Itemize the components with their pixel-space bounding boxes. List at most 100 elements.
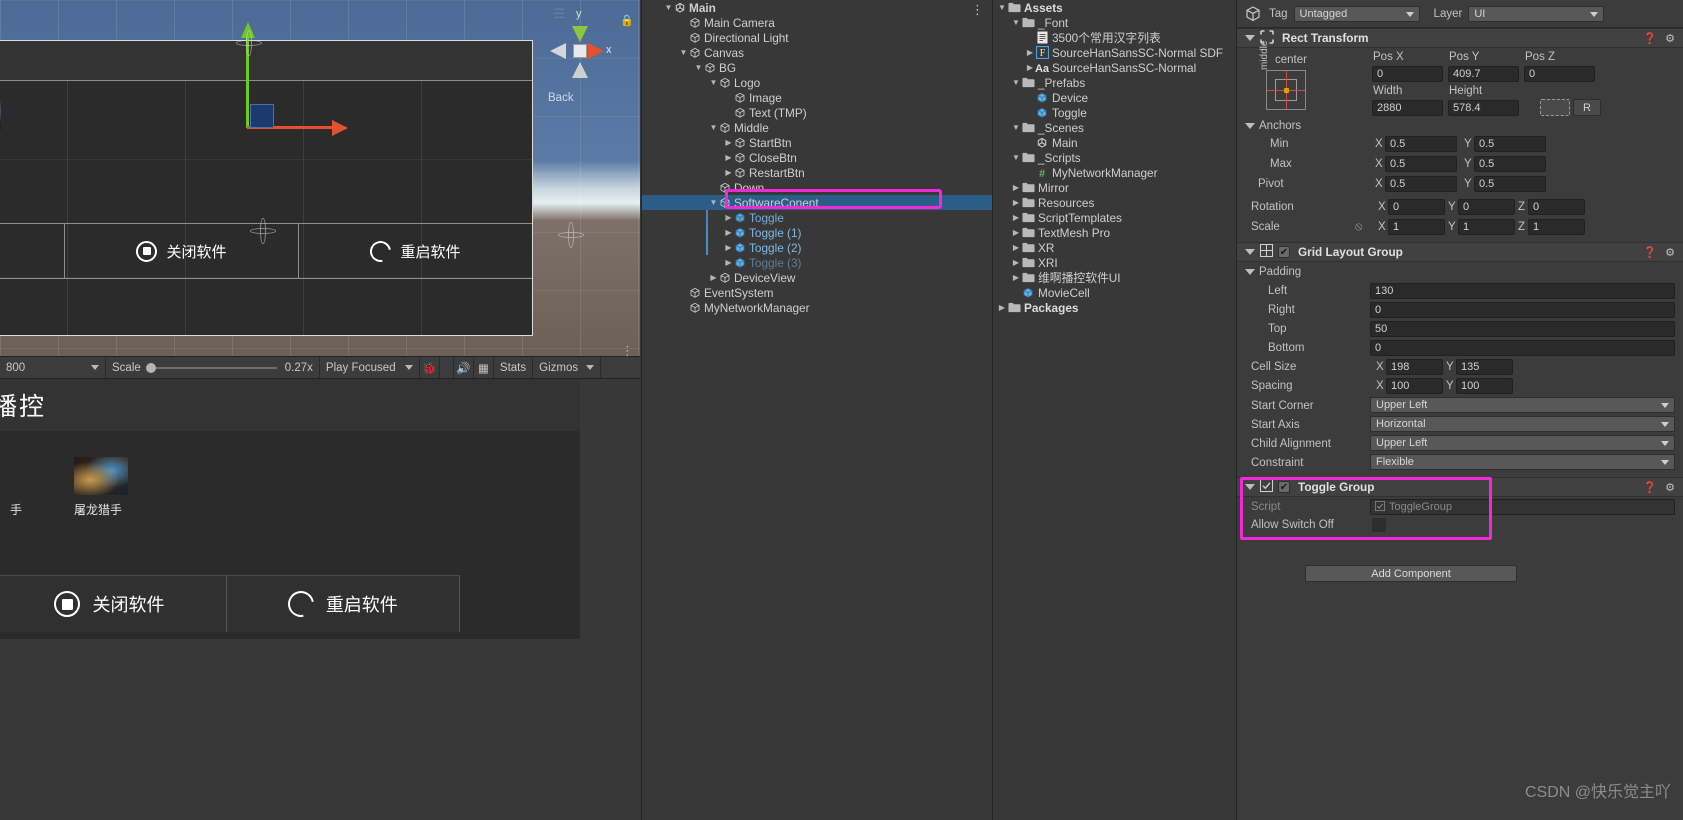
project-item-prefabs[interactable]: ▼ _Prefabs: [993, 75, 1235, 90]
pivot-y-input[interactable]: 0.5: [1474, 176, 1546, 192]
gizmo-right-cone-icon[interactable]: [588, 43, 604, 59]
project-item-main[interactable]: Main: [993, 135, 1235, 150]
tag-dropdown[interactable]: Untagged: [1293, 5, 1420, 22]
twirl-icon[interactable]: ▶: [1011, 198, 1021, 207]
project-item-mynetworkmanager[interactable]: # MyNetworkManager: [993, 165, 1235, 180]
resolution-dropdown[interactable]: 800: [0, 357, 106, 378]
scale-y-input[interactable]: 1: [1458, 219, 1515, 235]
cell-size-y-input[interactable]: 135: [1456, 359, 1513, 375]
hierarchy-tree[interactable]: ▼ Main Main Camera Directional Light ▼ Canvas…: [642, 0, 992, 315]
project-item-moviecell[interactable]: MovieCell: [993, 285, 1235, 300]
project-item-packages[interactable]: ▶ Packages: [993, 300, 1235, 315]
scene-view[interactable]: MR游戏播控 屠龙猎手 屠龙猎手 屠龙猎手 启动软: [0, 0, 640, 356]
gizmo-up-cone-icon[interactable]: [572, 26, 588, 42]
hierarchy-panel[interactable]: ⋮ ▼ Main Main Camera Directional Light ▼ Canv…: [641, 0, 992, 820]
toggle-group-header[interactable]: ✔ Toggle Group ❓ ⚙: [1237, 477, 1683, 497]
hierarchy-item-main[interactable]: ▼ Main: [642, 0, 992, 15]
help-icon[interactable]: ❓: [1643, 32, 1657, 45]
preset-icon[interactable]: ⚙: [1665, 32, 1675, 45]
inspector-panel[interactable]: Tag Untagged Layer UI Rect Transform ❓ ⚙ …: [1236, 0, 1683, 820]
project-item-resources[interactable]: ▶ Resources: [993, 195, 1235, 210]
hierarchy-item-down[interactable]: Down: [642, 180, 992, 195]
restart-software-button[interactable]: 重启软件: [299, 224, 532, 278]
project-item-scripts[interactable]: ▼ _Scripts: [993, 150, 1235, 165]
hierarchy-item-restartbtn[interactable]: ▶ RestartBtn: [642, 165, 992, 180]
hierarchy-item-deviceview[interactable]: ▶ DeviceView: [642, 270, 992, 285]
project-item-assets[interactable]: ▼ Assets: [993, 0, 1235, 15]
padding-left-input[interactable]: 130: [1370, 283, 1675, 299]
hierarchy-item-mynetworkmanager[interactable]: MyNetworkManager: [642, 300, 992, 315]
twirl-icon[interactable]: ▼: [709, 78, 718, 87]
twirl-icon[interactable]: ▶: [1011, 258, 1021, 267]
aspect-icon[interactable]: ▦: [474, 357, 494, 378]
pos-y-input[interactable]: 409.7: [1448, 66, 1519, 82]
anchor-max-y-input[interactable]: 0.5: [1474, 156, 1546, 172]
project-item-sourcehansanssc-normal[interactable]: ▶ Aa SourceHanSansSC-Normal: [993, 60, 1235, 75]
twirl-icon[interactable]: ▶: [1011, 213, 1021, 222]
hierarchy-item-main-camera[interactable]: Main Camera: [642, 15, 992, 30]
project-item-ui[interactable]: ▶ 维啊播控软件UI: [993, 270, 1235, 285]
grid-layout-group-header[interactable]: ✔ Grid Layout Group ❓ ⚙: [1237, 242, 1683, 262]
project-item-scripttemplates[interactable]: ▶ ScriptTemplates: [993, 210, 1235, 225]
chevron-down-icon[interactable]: [1245, 249, 1255, 255]
stats-button[interactable]: Stats: [494, 357, 534, 378]
twirl-icon[interactable]: ▶: [724, 258, 733, 267]
chevron-down-icon[interactable]: [1245, 123, 1255, 129]
twirl-icon[interactable]: ▶: [724, 168, 733, 177]
project-tree[interactable]: ▼ Assets ▼ _Font 3500个常用汉字列表 ▶ F SourceHanSansS…: [993, 0, 1235, 315]
twirl-icon[interactable]: ▶: [1011, 228, 1021, 237]
project-item-toggle[interactable]: Toggle: [993, 105, 1235, 120]
hierarchy-item-image[interactable]: Image: [642, 90, 992, 105]
twirl-icon[interactable]: ▼: [1011, 153, 1021, 162]
twirl-icon[interactable]: ▼: [1011, 18, 1021, 27]
twirl-icon[interactable]: ▶: [1011, 183, 1021, 192]
anchors-foldout[interactable]: Anchors: [1245, 120, 1301, 132]
twirl-icon[interactable]: ▼: [1011, 78, 1021, 87]
start-corner-dropdown[interactable]: Upper Left: [1370, 397, 1675, 413]
toggle-group-enabled-checkbox[interactable]: ✔: [1278, 481, 1290, 493]
rect-transform-header[interactable]: Rect Transform ❓ ⚙: [1237, 28, 1683, 48]
play-mode-dropdown[interactable]: Play Focused: [320, 357, 420, 378]
allow-switch-off-checkbox[interactable]: [1372, 518, 1386, 532]
project-item-scenes[interactable]: ▼ _Scenes: [993, 120, 1235, 135]
list-item[interactable]: 屠龙猎手: [0, 101, 1, 149]
pos-x-input[interactable]: 0: [1372, 66, 1443, 82]
rotation-y-input[interactable]: 0: [1458, 199, 1515, 215]
game-view-menu-icon[interactable]: ⋮: [621, 343, 634, 359]
gizmo-left-cone-icon[interactable]: [550, 43, 566, 59]
start-software-button[interactable]: 启动软件: [0, 224, 65, 278]
twirl-icon[interactable]: ▶: [724, 213, 733, 222]
scale-x-input[interactable]: 1: [1388, 219, 1445, 235]
game-view-toolbar[interactable]: ⋮ 800 Scale 0.27x Play Focused 🐞 🔊 ▦ Sta…: [0, 343, 640, 379]
pivot-x-input[interactable]: 0.5: [1385, 176, 1457, 192]
anchor-preset-button[interactable]: [1266, 70, 1306, 110]
project-item-textmesh-pro[interactable]: ▶ TextMesh Pro: [993, 225, 1235, 240]
spacing-y-input[interactable]: 100: [1456, 378, 1513, 394]
width-input[interactable]: 2880: [1372, 100, 1443, 116]
blueprint-mode-button[interactable]: [1540, 99, 1570, 116]
twirl-icon[interactable]: ▶: [709, 273, 718, 282]
twirl-icon[interactable]: ▼: [679, 48, 688, 57]
gizmo-down-cone-icon[interactable]: [572, 62, 588, 78]
hierarchy-item-directional-light[interactable]: Directional Light: [642, 30, 992, 45]
rotation-x-input[interactable]: 0: [1388, 199, 1445, 215]
game-view[interactable]: 播控 手 屠龙猎手 动软件 关闭软件: [0, 379, 640, 820]
preset-icon[interactable]: ⚙: [1665, 481, 1675, 494]
grid-layout-enabled-checkbox[interactable]: ✔: [1278, 246, 1290, 258]
constrain-proportions-icon[interactable]: ⦸: [1355, 221, 1363, 234]
spacing-x-input[interactable]: 100: [1386, 378, 1443, 394]
project-item-mirror[interactable]: ▶ Mirror: [993, 180, 1235, 195]
rotation-z-input[interactable]: 0: [1528, 199, 1585, 215]
twirl-icon[interactable]: ▼: [664, 3, 673, 12]
gizmo-center-cube-icon[interactable]: [573, 44, 587, 58]
hierarchy-item-eventsystem[interactable]: EventSystem: [642, 285, 992, 300]
twirl-icon[interactable]: ▶: [724, 243, 733, 252]
twirl-icon[interactable]: ▼: [997, 3, 1007, 12]
scale-z-input[interactable]: 1: [1528, 219, 1585, 235]
scene-orientation-gizmo[interactable]: y x Back: [526, 4, 634, 122]
twirl-icon[interactable]: ▶: [1025, 48, 1035, 57]
chevron-down-icon[interactable]: [1245, 35, 1255, 41]
anchor-max-x-input[interactable]: 0.5: [1385, 156, 1457, 172]
anchor-min-x-input[interactable]: 0.5: [1385, 136, 1457, 152]
gizmos-dropdown[interactable]: Gizmos: [533, 357, 602, 378]
